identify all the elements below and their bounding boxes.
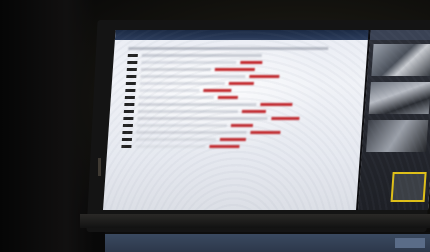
blurred-text-line [127, 60, 263, 66]
second-monitor-window [395, 238, 425, 248]
sidebar-header [369, 30, 430, 40]
blurred-text-line [121, 137, 247, 143]
blurred-text-line [127, 53, 262, 59]
blurred-text-line [121, 144, 240, 150]
blurred-text-line [125, 81, 254, 87]
highlighted-thumbnail [390, 172, 427, 202]
window-title-bar [114, 30, 371, 40]
blurred-text-line [123, 109, 266, 115]
text-window [103, 40, 385, 210]
photo-thumbnail [371, 44, 430, 76]
blurred-text-line [122, 130, 281, 136]
blurred-text-line [123, 116, 300, 122]
blurred-text-line [122, 123, 254, 129]
monitor-bottom-bezel [80, 214, 430, 228]
blurred-text-line [124, 102, 293, 108]
monitor-side-light [98, 158, 101, 176]
blurred-text-line [124, 95, 238, 101]
blurred-text-line [126, 74, 280, 80]
blurred-text-line [125, 88, 232, 94]
blurred-text-line [126, 67, 255, 73]
monitor-screen [103, 30, 430, 210]
photo-thumbnail [368, 82, 430, 114]
photo-scene [0, 0, 430, 252]
second-monitor-edge [105, 232, 430, 252]
photo-thumbnail [366, 120, 429, 152]
thumbnail-sidebar [356, 30, 430, 210]
blurred-text-line [128, 46, 338, 52]
